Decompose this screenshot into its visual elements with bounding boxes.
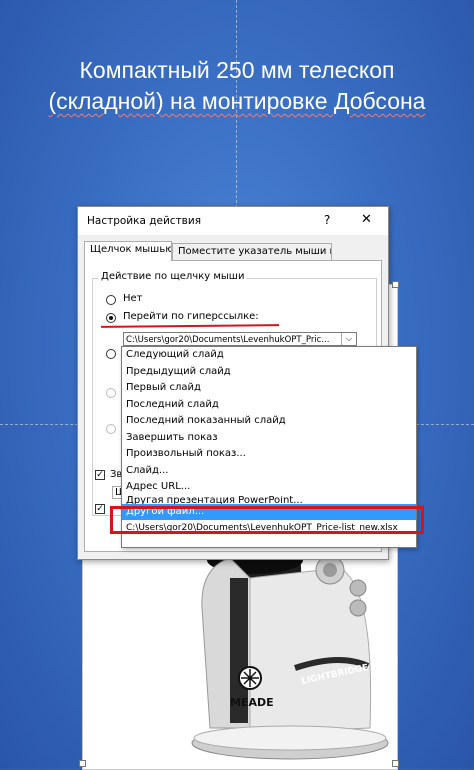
- sound-checkbox[interactable]: ✓: [95, 470, 105, 480]
- telescope-brand-text: MEADE: [230, 696, 274, 709]
- slide-title[interactable]: Компактный 250 мм телескоп (складной) на…: [20, 55, 454, 117]
- checkmark-icon: ✓: [96, 504, 104, 514]
- list-item[interactable]: Предыдущий слайд: [122, 364, 416, 381]
- tab-mouse-over[interactable]: Поместите указатель мыши на: [172, 243, 332, 261]
- resize-handle-bottom-right[interactable]: [392, 760, 399, 767]
- list-item[interactable]: Завершить показ: [122, 430, 416, 447]
- slide-title-line2: (складной) на монтировке Добсона: [48, 88, 426, 114]
- radio-hyperlink[interactable]: [106, 313, 116, 323]
- red-highlight-box: [110, 506, 424, 534]
- radio-object-action[interactable]: [106, 424, 116, 434]
- radio-run-program[interactable]: [106, 349, 116, 359]
- highlight-checkbox[interactable]: ✓: [95, 504, 105, 514]
- list-item[interactable]: Следующий слайд: [122, 347, 416, 364]
- list-item[interactable]: Адрес URL...: [122, 479, 416, 496]
- group-label: Действие по щелчку мыши: [98, 271, 248, 282]
- slide-title-line1: Компактный 250 мм телескоп: [79, 57, 395, 83]
- list-item[interactable]: Произвольный показ...: [122, 446, 416, 463]
- list-item[interactable]: Последний слайд: [122, 397, 416, 414]
- help-button[interactable]: ?: [324, 213, 330, 227]
- hyperlink-combobox-value: C:\Users\gor20\Documents\LevenhukOPT_Pri…: [126, 335, 330, 345]
- close-button[interactable]: ✕: [361, 212, 372, 227]
- tab-mouse-click[interactable]: Щелчок мышью: [84, 241, 172, 261]
- list-item[interactable]: Другая презентация PowerPoint...: [122, 496, 416, 504]
- resize-handle-bottom-left[interactable]: [79, 760, 86, 767]
- dialog-titlebar[interactable]: Настройка действия ? ✕: [78, 207, 388, 235]
- radio-none-label[interactable]: Нет: [123, 293, 143, 304]
- list-item[interactable]: Последний показанный слайд: [122, 413, 416, 430]
- list-item[interactable]: Слайд...: [122, 463, 416, 480]
- dialog-title: Настройка действия: [87, 215, 202, 227]
- list-item[interactable]: Первый слайд: [122, 380, 416, 397]
- hyperlink-combobox[interactable]: C:\Users\gor20\Documents\LevenhukOPT_Pri…: [123, 332, 357, 346]
- radio-hyperlink-label[interactable]: Перейти по гиперссылке:: [123, 311, 259, 322]
- checkmark-icon: ✓: [96, 470, 104, 480]
- radio-none[interactable]: [106, 295, 116, 305]
- radio-run-macro[interactable]: [106, 388, 116, 398]
- chevron-down-icon[interactable]: ⌵: [341, 333, 356, 345]
- resize-handle-top-right[interactable]: [392, 281, 399, 288]
- telescope-image: MEADE LIGHTBRIDGE: [191, 548, 389, 760]
